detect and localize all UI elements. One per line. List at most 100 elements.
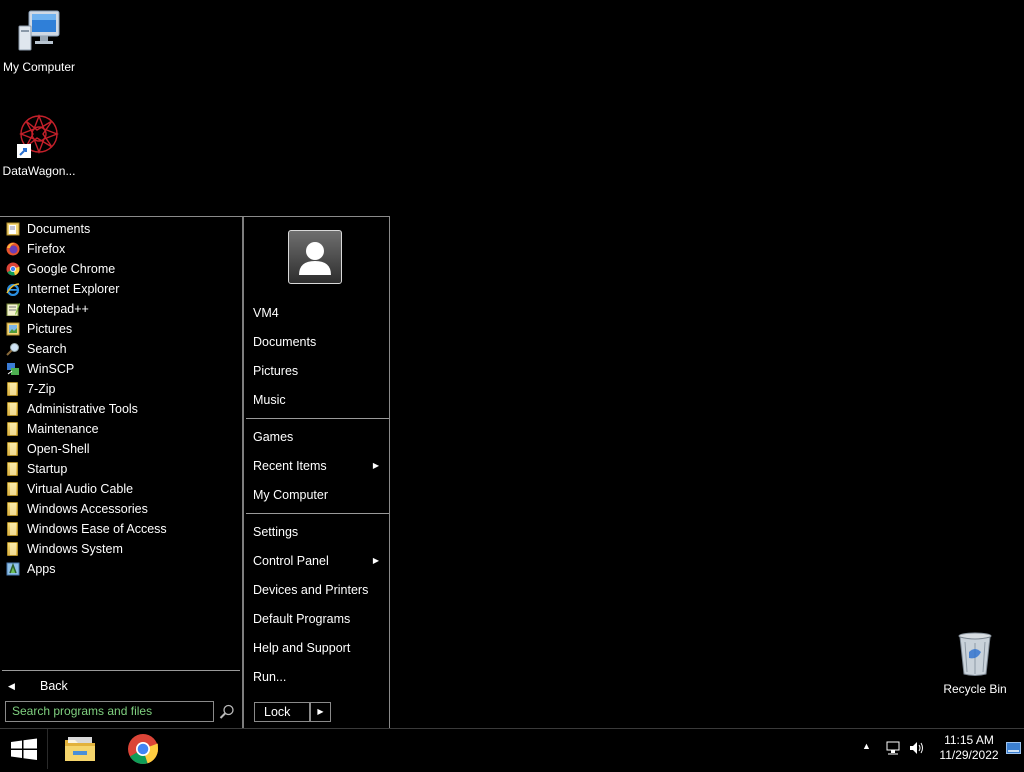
menu-item-label: Pictures [253,364,299,378]
program-item-administrative-tools[interactable]: Administrative Tools [0,399,242,419]
taskbar: ▲ 11:15 AM 11/29/2022 [0,728,1024,769]
folder-icon [7,462,18,476]
program-item-windows-system[interactable]: Windows System [0,539,242,559]
menu-item-label: Help and Support [253,641,351,655]
start-button[interactable] [0,729,48,769]
divider [2,670,240,671]
search-icon [6,342,20,356]
folder-icon [7,542,18,556]
search-input[interactable]: Search programs and files [5,701,214,722]
program-label: Apps [27,562,56,576]
datawagon-shortcut-icon [15,112,63,160]
program-item-apps[interactable]: Apps [0,559,242,579]
chrome-icon [128,734,159,765]
menu-item-label: Control Panel [253,554,329,568]
chrome-icon [6,262,20,276]
program-label: Windows Accessories [27,502,148,516]
folder-icon [7,522,18,536]
menu-item-label: Devices and Printers [253,583,369,597]
program-item-7zip[interactable]: 7-Zip [0,379,242,399]
program-item-notepadpp[interactable]: Notepad++ [0,299,242,319]
menu-item-pictures[interactable]: Pictures [246,358,389,384]
divider [246,513,389,514]
clock-date: 11/29/2022 [939,748,999,762]
desktop-icon-label: Recycle Bin [943,682,1007,696]
search-icon[interactable] [218,703,236,721]
taskbar-chrome[interactable] [123,732,163,766]
network-icon[interactable] [885,740,901,756]
program-item-windows-ease-of-access[interactable]: Windows Ease of Access [0,519,242,539]
desktop-icon-recycle-bin[interactable]: Recycle Bin [935,630,1015,696]
program-item-documents[interactable]: Documents [0,219,242,239]
menu-item-label: My Computer [253,488,329,502]
windows-logo-icon [11,738,37,760]
program-label: Internet Explorer [27,282,120,296]
menu-item-help-support[interactable]: Help and Support [246,635,389,661]
ie-icon [6,282,20,297]
chevron-right-icon[interactable]: ▶ [310,702,331,722]
chevron-left-icon: ◀ [8,681,15,691]
program-item-startup[interactable]: Startup [0,459,242,479]
user-avatar-icon[interactable] [288,230,342,284]
menu-item-run[interactable]: Run... [246,664,389,690]
program-label: Windows Ease of Access [27,522,167,536]
menu-item-devices-printers[interactable]: Devices and Printers [246,577,389,603]
desktop-icon-my-computer[interactable]: My Computer [0,8,79,74]
folder-icon [7,502,18,516]
start-menu: Documents Firefox Google Chrome Internet… [0,216,390,728]
program-item-windows-accessories[interactable]: Windows Accessories [0,499,242,519]
folder-icon [7,482,18,496]
clock-time: 11:15 AM [944,733,994,747]
menu-item-label: Settings [253,525,299,539]
program-item-google-chrome[interactable]: Google Chrome [0,259,242,279]
computer-icon [15,8,63,56]
program-label: Documents [27,222,91,236]
program-label: Firefox [27,242,66,256]
program-item-virtual-audio-cable[interactable]: Virtual Audio Cable [0,479,242,499]
menu-item-my-computer[interactable]: My Computer [246,482,389,508]
back-button[interactable]: ◀ Back [0,676,240,696]
menu-item-label: Default Programs [253,612,351,626]
menu-item-settings[interactable]: Settings [246,519,389,545]
program-label: Pictures [27,322,73,336]
apps-icon [6,562,20,576]
menu-item-username[interactable]: VM4 [246,300,389,326]
program-label: Virtual Audio Cable [27,482,134,496]
program-item-firefox[interactable]: Firefox [0,239,242,259]
pictures-icon [6,322,20,336]
program-label: Windows System [27,542,123,556]
clock[interactable]: 11:15 AM 11/29/2022 [934,733,1004,763]
menu-item-label: Run... [253,670,287,684]
program-label: Open-Shell [27,442,90,456]
program-item-open-shell[interactable]: Open-Shell [0,439,242,459]
lock-button[interactable]: Lock [254,702,310,722]
back-label: Back [40,679,68,693]
menu-item-games[interactable]: Games [246,424,389,450]
menu-item-label: Documents [253,335,317,349]
chevron-up-icon[interactable]: ▲ [862,741,871,751]
menu-item-recent-items[interactable]: Recent Items ▶ [246,453,389,479]
menu-item-default-programs[interactable]: Default Programs [246,606,389,632]
chevron-right-icon: ▶ [372,556,379,565]
menu-item-control-panel[interactable]: Control Panel ▶ [246,548,389,574]
desktop-icon-label: My Computer [2,60,76,74]
program-label: Notepad++ [27,302,89,316]
volume-icon[interactable] [908,739,926,757]
program-label: Google Chrome [27,262,116,276]
program-item-maintenance[interactable]: Maintenance [0,419,242,439]
program-item-pictures[interactable]: Pictures [0,319,242,339]
firefox-icon [6,242,20,256]
taskbar-file-explorer[interactable] [60,732,100,766]
divider [246,418,389,419]
program-item-winscp[interactable]: WinSCP [0,359,242,379]
start-menu-programs-pane: Documents Firefox Google Chrome Internet… [0,217,244,728]
program-label: Administrative Tools [27,402,138,416]
program-item-internet-explorer[interactable]: Internet Explorer [0,279,242,299]
program-item-search[interactable]: Search [0,339,242,359]
menu-item-label: VM4 [253,306,279,320]
menu-item-documents[interactable]: Documents [246,329,389,355]
show-desktop-icon[interactable] [1006,742,1021,754]
menu-item-music[interactable]: Music [246,387,389,413]
folder-icon [7,422,18,436]
desktop-icon-datawagon[interactable]: DataWagon... [0,112,79,178]
